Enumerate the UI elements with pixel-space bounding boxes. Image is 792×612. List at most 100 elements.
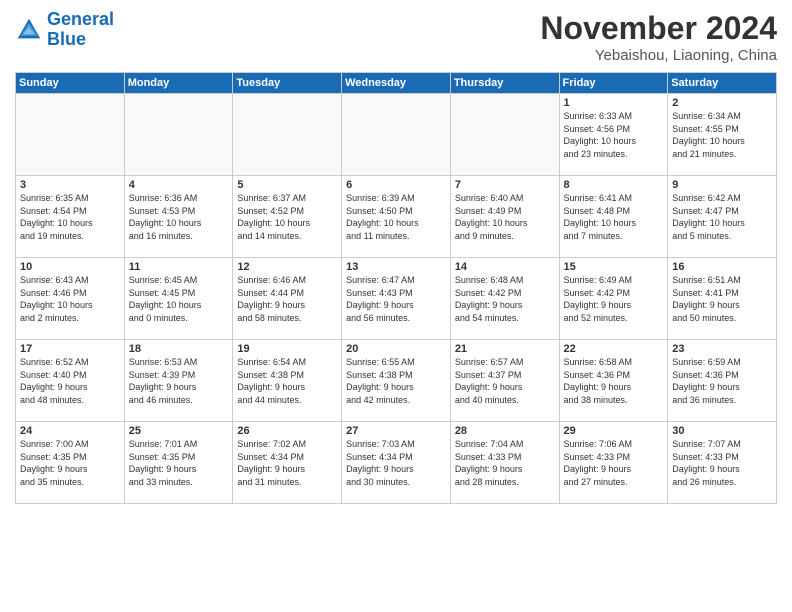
header-tuesday: Tuesday — [233, 73, 342, 94]
day-number: 16 — [672, 261, 772, 273]
day-cell: 23Sunrise: 6:59 AM Sunset: 4:36 PM Dayli… — [668, 340, 777, 422]
header-saturday: Saturday — [668, 73, 777, 94]
header-wednesday: Wednesday — [342, 73, 451, 94]
day-cell: 11Sunrise: 6:45 AM Sunset: 4:45 PM Dayli… — [124, 258, 233, 340]
day-cell — [233, 94, 342, 176]
day-cell: 30Sunrise: 7:07 AM Sunset: 4:33 PM Dayli… — [668, 422, 777, 504]
day-number: 8 — [564, 179, 664, 191]
logo-text: General Blue — [47, 10, 114, 50]
day-info: Sunrise: 6:45 AM Sunset: 4:45 PM Dayligh… — [129, 274, 229, 324]
week-row-3: 10Sunrise: 6:43 AM Sunset: 4:46 PM Dayli… — [16, 258, 777, 340]
location: Yebaishou, Liaoning, China — [540, 47, 777, 64]
day-number: 24 — [20, 425, 120, 437]
day-cell: 4Sunrise: 6:36 AM Sunset: 4:53 PM Daylig… — [124, 176, 233, 258]
week-row-1: 1Sunrise: 6:33 AM Sunset: 4:56 PM Daylig… — [16, 94, 777, 176]
day-cell — [342, 94, 451, 176]
day-cell: 9Sunrise: 6:42 AM Sunset: 4:47 PM Daylig… — [668, 176, 777, 258]
day-number: 21 — [455, 343, 555, 355]
day-info: Sunrise: 6:42 AM Sunset: 4:47 PM Dayligh… — [672, 192, 772, 242]
day-number: 14 — [455, 261, 555, 273]
day-number: 9 — [672, 179, 772, 191]
day-number: 6 — [346, 179, 446, 191]
day-cell — [450, 94, 559, 176]
day-cell: 25Sunrise: 7:01 AM Sunset: 4:35 PM Dayli… — [124, 422, 233, 504]
day-number: 4 — [129, 179, 229, 191]
day-number: 1 — [564, 97, 664, 109]
calendar-table: SundayMondayTuesdayWednesdayThursdayFrid… — [15, 72, 777, 504]
day-info: Sunrise: 6:40 AM Sunset: 4:49 PM Dayligh… — [455, 192, 555, 242]
day-cell: 6Sunrise: 6:39 AM Sunset: 4:50 PM Daylig… — [342, 176, 451, 258]
day-info: Sunrise: 6:59 AM Sunset: 4:36 PM Dayligh… — [672, 356, 772, 406]
day-info: Sunrise: 6:49 AM Sunset: 4:42 PM Dayligh… — [564, 274, 664, 324]
day-number: 27 — [346, 425, 446, 437]
day-cell: 19Sunrise: 6:54 AM Sunset: 4:38 PM Dayli… — [233, 340, 342, 422]
day-cell: 22Sunrise: 6:58 AM Sunset: 4:36 PM Dayli… — [559, 340, 668, 422]
day-number: 7 — [455, 179, 555, 191]
day-info: Sunrise: 6:35 AM Sunset: 4:54 PM Dayligh… — [20, 192, 120, 242]
day-cell: 1Sunrise: 6:33 AM Sunset: 4:56 PM Daylig… — [559, 94, 668, 176]
logo-blue: Blue — [47, 29, 86, 49]
logo-general: General — [47, 9, 114, 29]
day-info: Sunrise: 6:34 AM Sunset: 4:55 PM Dayligh… — [672, 110, 772, 160]
day-number: 18 — [129, 343, 229, 355]
day-cell — [16, 94, 125, 176]
day-info: Sunrise: 6:54 AM Sunset: 4:38 PM Dayligh… — [237, 356, 337, 406]
day-info: Sunrise: 6:53 AM Sunset: 4:39 PM Dayligh… — [129, 356, 229, 406]
title-section: November 2024 Yebaishou, Liaoning, China — [540, 10, 777, 64]
day-info: Sunrise: 6:39 AM Sunset: 4:50 PM Dayligh… — [346, 192, 446, 242]
day-cell: 7Sunrise: 6:40 AM Sunset: 4:49 PM Daylig… — [450, 176, 559, 258]
day-cell: 12Sunrise: 6:46 AM Sunset: 4:44 PM Dayli… — [233, 258, 342, 340]
day-number: 13 — [346, 261, 446, 273]
header-friday: Friday — [559, 73, 668, 94]
day-info: Sunrise: 7:04 AM Sunset: 4:33 PM Dayligh… — [455, 438, 555, 488]
day-info: Sunrise: 6:47 AM Sunset: 4:43 PM Dayligh… — [346, 274, 446, 324]
day-cell: 14Sunrise: 6:48 AM Sunset: 4:42 PM Dayli… — [450, 258, 559, 340]
day-cell: 17Sunrise: 6:52 AM Sunset: 4:40 PM Dayli… — [16, 340, 125, 422]
day-info: Sunrise: 7:03 AM Sunset: 4:34 PM Dayligh… — [346, 438, 446, 488]
logo-icon — [15, 16, 43, 44]
day-cell: 18Sunrise: 6:53 AM Sunset: 4:39 PM Dayli… — [124, 340, 233, 422]
month-title: November 2024 — [540, 10, 777, 47]
day-info: Sunrise: 6:43 AM Sunset: 4:46 PM Dayligh… — [20, 274, 120, 324]
day-info: Sunrise: 6:36 AM Sunset: 4:53 PM Dayligh… — [129, 192, 229, 242]
day-cell: 28Sunrise: 7:04 AM Sunset: 4:33 PM Dayli… — [450, 422, 559, 504]
day-cell: 26Sunrise: 7:02 AM Sunset: 4:34 PM Dayli… — [233, 422, 342, 504]
header-sunday: Sunday — [16, 73, 125, 94]
week-row-2: 3Sunrise: 6:35 AM Sunset: 4:54 PM Daylig… — [16, 176, 777, 258]
day-info: Sunrise: 6:58 AM Sunset: 4:36 PM Dayligh… — [564, 356, 664, 406]
day-cell: 29Sunrise: 7:06 AM Sunset: 4:33 PM Dayli… — [559, 422, 668, 504]
day-info: Sunrise: 7:06 AM Sunset: 4:33 PM Dayligh… — [564, 438, 664, 488]
day-cell: 5Sunrise: 6:37 AM Sunset: 4:52 PM Daylig… — [233, 176, 342, 258]
day-number: 2 — [672, 97, 772, 109]
day-info: Sunrise: 6:33 AM Sunset: 4:56 PM Dayligh… — [564, 110, 664, 160]
day-info: Sunrise: 6:46 AM Sunset: 4:44 PM Dayligh… — [237, 274, 337, 324]
day-info: Sunrise: 7:07 AM Sunset: 4:33 PM Dayligh… — [672, 438, 772, 488]
day-info: Sunrise: 6:41 AM Sunset: 4:48 PM Dayligh… — [564, 192, 664, 242]
week-row-4: 17Sunrise: 6:52 AM Sunset: 4:40 PM Dayli… — [16, 340, 777, 422]
day-cell: 2Sunrise: 6:34 AM Sunset: 4:55 PM Daylig… — [668, 94, 777, 176]
logo: General Blue — [15, 10, 114, 50]
day-number: 10 — [20, 261, 120, 273]
day-cell: 27Sunrise: 7:03 AM Sunset: 4:34 PM Dayli… — [342, 422, 451, 504]
header-monday: Monday — [124, 73, 233, 94]
day-info: Sunrise: 7:00 AM Sunset: 4:35 PM Dayligh… — [20, 438, 120, 488]
day-cell: 10Sunrise: 6:43 AM Sunset: 4:46 PM Dayli… — [16, 258, 125, 340]
day-number: 5 — [237, 179, 337, 191]
day-number: 22 — [564, 343, 664, 355]
day-info: Sunrise: 6:51 AM Sunset: 4:41 PM Dayligh… — [672, 274, 772, 324]
day-cell — [124, 94, 233, 176]
day-info: Sunrise: 6:48 AM Sunset: 4:42 PM Dayligh… — [455, 274, 555, 324]
day-number: 29 — [564, 425, 664, 437]
day-number: 15 — [564, 261, 664, 273]
day-number: 12 — [237, 261, 337, 273]
day-info: Sunrise: 7:01 AM Sunset: 4:35 PM Dayligh… — [129, 438, 229, 488]
day-number: 25 — [129, 425, 229, 437]
week-row-5: 24Sunrise: 7:00 AM Sunset: 4:35 PM Dayli… — [16, 422, 777, 504]
day-cell: 16Sunrise: 6:51 AM Sunset: 4:41 PM Dayli… — [668, 258, 777, 340]
day-number: 17 — [20, 343, 120, 355]
header-thursday: Thursday — [450, 73, 559, 94]
day-info: Sunrise: 6:52 AM Sunset: 4:40 PM Dayligh… — [20, 356, 120, 406]
day-cell: 20Sunrise: 6:55 AM Sunset: 4:38 PM Dayli… — [342, 340, 451, 422]
day-cell: 21Sunrise: 6:57 AM Sunset: 4:37 PM Dayli… — [450, 340, 559, 422]
day-number: 30 — [672, 425, 772, 437]
